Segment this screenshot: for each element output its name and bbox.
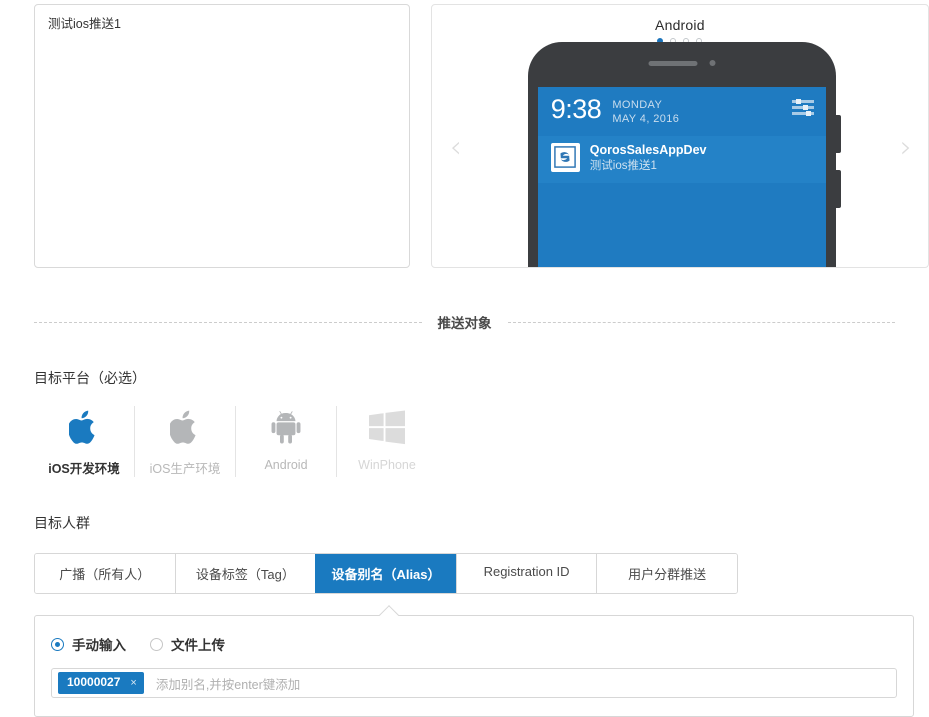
- radio-mark-icon: [150, 637, 163, 651]
- tab-registration-id[interactable]: Registration ID: [455, 554, 597, 593]
- apple-icon: [169, 406, 201, 448]
- platform-label: Android: [264, 458, 308, 472]
- alias-tag-chip[interactable]: 10000027 ×: [58, 672, 144, 694]
- phone-side-button-upper: [835, 115, 841, 153]
- slider-track: [791, 99, 814, 104]
- alias-input-mode-group: 手动输入 文件上传: [51, 634, 897, 654]
- alias-options-panel-wrap: 手动输入 文件上传 10000027 × 添加别名,并按enter键添加: [34, 605, 914, 717]
- alias-tag-value: 10000027: [67, 675, 121, 690]
- phone-speaker-icon: [648, 60, 698, 66]
- target-platform-heading: 目标平台（必选）: [34, 370, 146, 386]
- notification-body: 测试ios推送1: [589, 160, 657, 173]
- lockscreen-notification: QorosSalesAppDev 测试ios推送1: [537, 135, 826, 184]
- lockscreen-date: MAY 4, 2016: [612, 112, 680, 125]
- android-icon: [271, 406, 301, 448]
- target-platform-picker: iOS开发环境 iOS生产环境 Android WinPhone: [34, 406, 929, 477]
- platform-label: iOS生产环境: [149, 462, 221, 476]
- radio-file-upload[interactable]: 文件上传: [150, 634, 225, 654]
- notification-app-name: QorosSalesAppDev: [589, 142, 707, 157]
- platform-option-winphone[interactable]: WinPhone: [336, 406, 437, 477]
- lockscreen-status-bar: 9:38 MONDAY MAY 4, 2016: [537, 87, 826, 136]
- preview-row: 测试ios推送1 Android ‹ › 9:38 MONDAY MAY 4, …: [0, 0, 929, 270]
- lockscreen-date-block: MONDAY MAY 4, 2016: [612, 97, 679, 127]
- phone-speaker-group: [648, 60, 716, 66]
- radio-label: 手动输入: [72, 638, 126, 653]
- tab-broadcast[interactable]: 广播（所有人）: [35, 554, 175, 593]
- alias-options-panel: 手动输入 文件上传 10000027 × 添加别名,并按enter键添加: [34, 615, 914, 717]
- tab-device-tag[interactable]: 设备标签（Tag）: [174, 554, 316, 593]
- phone-screen: 9:38 MONDAY MAY 4, 2016 QorosSalesAppDev…: [537, 87, 826, 267]
- settings-sliders-icon: [791, 97, 814, 116]
- slider-track: [791, 105, 814, 110]
- phone-mockup: 9:38 MONDAY MAY 4, 2016 QorosSalesAppDev…: [527, 42, 841, 267]
- carousel-prev-icon[interactable]: ‹: [450, 133, 462, 163]
- tab-device-alias[interactable]: 设备别名（Alias）: [315, 554, 456, 593]
- windows-icon: [369, 406, 405, 448]
- message-content-text: 测试ios推送1: [48, 17, 121, 31]
- phone-side-button-lower: [835, 170, 841, 208]
- divider-label: 推送对象: [437, 316, 492, 331]
- app-logo-icon: [550, 142, 580, 172]
- section-divider: 推送对象: [34, 312, 895, 332]
- lockscreen-weekday: MONDAY: [612, 99, 663, 111]
- close-icon[interactable]: ×: [130, 676, 136, 690]
- carousel-next-icon[interactable]: ›: [900, 133, 912, 163]
- target-audience-heading: 目标人群: [34, 515, 90, 531]
- slider-track: [791, 111, 814, 116]
- platform-option-ios-prod[interactable]: iOS生产环境: [134, 406, 235, 477]
- platform-label: WinPhone: [358, 458, 416, 472]
- message-content-box[interactable]: 测试ios推送1: [34, 4, 410, 268]
- alias-input-placeholder: 添加别名,并按enter键添加: [155, 677, 301, 692]
- tab-user-segment[interactable]: 用户分群推送: [596, 554, 737, 593]
- preview-platform-title: Android: [655, 17, 705, 33]
- radio-mark-icon: [51, 637, 64, 651]
- device-preview-card: Android ‹ › 9:38 MONDAY MAY 4, 2016 Qoro…: [430, 4, 929, 268]
- audience-tab-bar: 广播（所有人） 设备标签（Tag） 设备别名（Alias） Registrati…: [34, 553, 738, 594]
- radio-manual-input[interactable]: 手动输入: [51, 634, 126, 654]
- apple-icon: [68, 406, 100, 448]
- notification-text-block: QorosSalesAppDev 测试ios推送1: [590, 143, 707, 175]
- divider-line-right: [507, 321, 895, 323]
- divider-line-left: [34, 321, 422, 323]
- platform-option-ios-dev[interactable]: iOS开发环境: [34, 406, 134, 477]
- platform-option-android[interactable]: Android: [235, 406, 336, 477]
- lockscreen-time: 9:38: [550, 94, 602, 124]
- radio-label: 文件上传: [171, 638, 225, 653]
- phone-camera-icon: [709, 60, 716, 66]
- platform-label: iOS开发环境: [48, 462, 120, 476]
